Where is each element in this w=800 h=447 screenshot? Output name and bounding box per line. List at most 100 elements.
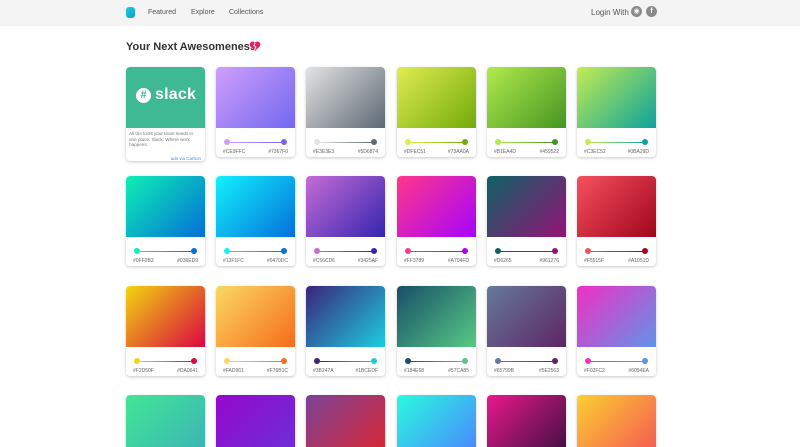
- gradient-swatch[interactable]: [306, 176, 385, 237]
- nav-collections[interactable]: Collections: [229, 9, 263, 17]
- gradient-card[interactable]: #F2D50F #DA0641: [126, 286, 205, 376]
- gradient-swatch[interactable]: [216, 286, 295, 347]
- gradient-card[interactable]: #FF3789 #A704FD: [397, 176, 476, 266]
- color-stop-start[interactable]: [314, 358, 320, 364]
- color-stop-start[interactable]: [314, 139, 320, 145]
- color-stop-end[interactable]: [191, 358, 197, 364]
- gradient-card[interactable]: #C56CD6 #3425AF: [306, 176, 385, 266]
- color-stop-end[interactable]: [552, 358, 558, 364]
- hex-end: #F76B1C: [266, 368, 288, 374]
- gradient-swatch[interactable]: [216, 176, 295, 237]
- gradient-card[interactable]: #C3EC52 #0BA29D: [577, 67, 656, 157]
- gradient-card[interactable]: #F5515F #A1051D: [577, 176, 656, 266]
- gradient-card[interactable]: #FAD961 #F76B1C: [216, 286, 295, 376]
- gradient-swatch[interactable]: [216, 67, 295, 128]
- gradient-swatch[interactable]: [487, 176, 566, 237]
- color-stop-end[interactable]: [462, 139, 468, 145]
- color-stop-start[interactable]: [134, 358, 140, 364]
- ad-via-link[interactable]: ads via Carbon: [171, 156, 201, 161]
- gradient-card[interactable]: [216, 395, 295, 447]
- gradient-card[interactable]: #CE9FFC #7367F0: [216, 67, 295, 157]
- gradient-card[interactable]: #F02FC2 #6094EA: [577, 286, 656, 376]
- gradient-swatch[interactable]: [577, 395, 656, 447]
- ad-image[interactable]: # slack: [126, 67, 205, 128]
- gradient-swatch[interactable]: [306, 67, 385, 128]
- github-icon[interactable]: ◉: [631, 6, 642, 17]
- color-stop-end[interactable]: [642, 358, 648, 364]
- facebook-icon[interactable]: f: [646, 6, 657, 17]
- gradient-card[interactable]: #D6265 #961276: [487, 176, 566, 266]
- gradient-swatch[interactable]: [216, 395, 295, 447]
- color-stop-start[interactable]: [405, 139, 411, 145]
- gradient-slider-track: [498, 361, 555, 362]
- color-stop-start[interactable]: [224, 358, 230, 364]
- color-stop-end[interactable]: [552, 139, 558, 145]
- color-stop-start[interactable]: [314, 248, 320, 254]
- hex-end: #036ED9: [177, 258, 198, 264]
- gradient-swatch[interactable]: [126, 286, 205, 347]
- logo-icon[interactable]: [126, 7, 135, 18]
- gradient-card[interactable]: [126, 395, 205, 447]
- hex-start: #E3E3E3: [313, 149, 335, 155]
- color-stop-end[interactable]: [462, 358, 468, 364]
- gradient-swatch[interactable]: [397, 395, 476, 447]
- color-stop-start[interactable]: [134, 248, 140, 254]
- gradient-swatch[interactable]: [306, 286, 385, 347]
- gradient-card[interactable]: #13F1FC #0470DC: [216, 176, 295, 266]
- color-stop-end[interactable]: [642, 139, 648, 145]
- hex-start: #0FF0B3: [133, 258, 154, 264]
- color-stop-start[interactable]: [495, 248, 501, 254]
- gradient-card[interactable]: #184E68 #57CA85: [397, 286, 476, 376]
- gradient-card[interactable]: #DFEC51 #73AA0A: [397, 67, 476, 157]
- gradient-swatch[interactable]: [397, 176, 476, 237]
- hex-end: #0BA29D: [627, 149, 649, 155]
- gradient-card[interactable]: [306, 395, 385, 447]
- gradient-card[interactable]: [577, 395, 656, 447]
- gradient-swatch[interactable]: [487, 395, 566, 447]
- gradient-swatch[interactable]: [397, 286, 476, 347]
- nav-featured[interactable]: Featured: [148, 9, 176, 17]
- gradient-card[interactable]: #0FF0B3 #036ED9: [126, 176, 205, 266]
- hex-start: #CE9FFC: [223, 149, 246, 155]
- color-stop-start[interactable]: [585, 139, 591, 145]
- gradient-slider-track: [588, 142, 645, 143]
- gradient-swatch[interactable]: [487, 286, 566, 347]
- color-stop-end[interactable]: [371, 248, 377, 254]
- color-stop-end[interactable]: [642, 248, 648, 254]
- color-stop-start[interactable]: [495, 358, 501, 364]
- gradient-swatch[interactable]: [577, 286, 656, 347]
- gradient-swatch[interactable]: [577, 176, 656, 237]
- color-stop-end[interactable]: [191, 248, 197, 254]
- gradient-swatch[interactable]: [487, 67, 566, 128]
- color-stop-end[interactable]: [281, 139, 287, 145]
- gradient-card[interactable]: #B1EA4D #459522: [487, 67, 566, 157]
- color-stop-end[interactable]: [462, 248, 468, 254]
- nav-explore[interactable]: Explore: [191, 9, 215, 17]
- gradient-card[interactable]: [487, 395, 566, 447]
- color-stop-end[interactable]: [281, 358, 287, 364]
- gradient-card[interactable]: #E3E3E3 #5D6874: [306, 67, 385, 157]
- color-stop-start[interactable]: [405, 358, 411, 364]
- gradient-swatch[interactable]: [577, 67, 656, 128]
- color-stop-start[interactable]: [224, 248, 230, 254]
- color-stop-end[interactable]: [371, 139, 377, 145]
- gradient-slider-track: [498, 251, 555, 252]
- color-stop-end[interactable]: [281, 248, 287, 254]
- carbon-ad-card[interactable]: # slack All the tools your team needs in o…: [126, 67, 205, 161]
- color-stop-start[interactable]: [495, 139, 501, 145]
- gradient-slider-track: [317, 251, 374, 252]
- color-stop-start[interactable]: [585, 248, 591, 254]
- color-stop-end[interactable]: [371, 358, 377, 364]
- color-stop-start[interactable]: [224, 139, 230, 145]
- hex-start: #F02FC2: [584, 368, 605, 374]
- gradient-swatch[interactable]: [306, 395, 385, 447]
- color-stop-end[interactable]: [552, 248, 558, 254]
- gradient-swatch[interactable]: [126, 176, 205, 237]
- gradient-card[interactable]: #65799B #5E2563: [487, 286, 566, 376]
- gradient-card[interactable]: [397, 395, 476, 447]
- gradient-swatch[interactable]: [397, 67, 476, 128]
- gradient-card[interactable]: #3B247A #1BCEDF: [306, 286, 385, 376]
- color-stop-start[interactable]: [585, 358, 591, 364]
- gradient-swatch[interactable]: [126, 395, 205, 447]
- color-stop-start[interactable]: [405, 248, 411, 254]
